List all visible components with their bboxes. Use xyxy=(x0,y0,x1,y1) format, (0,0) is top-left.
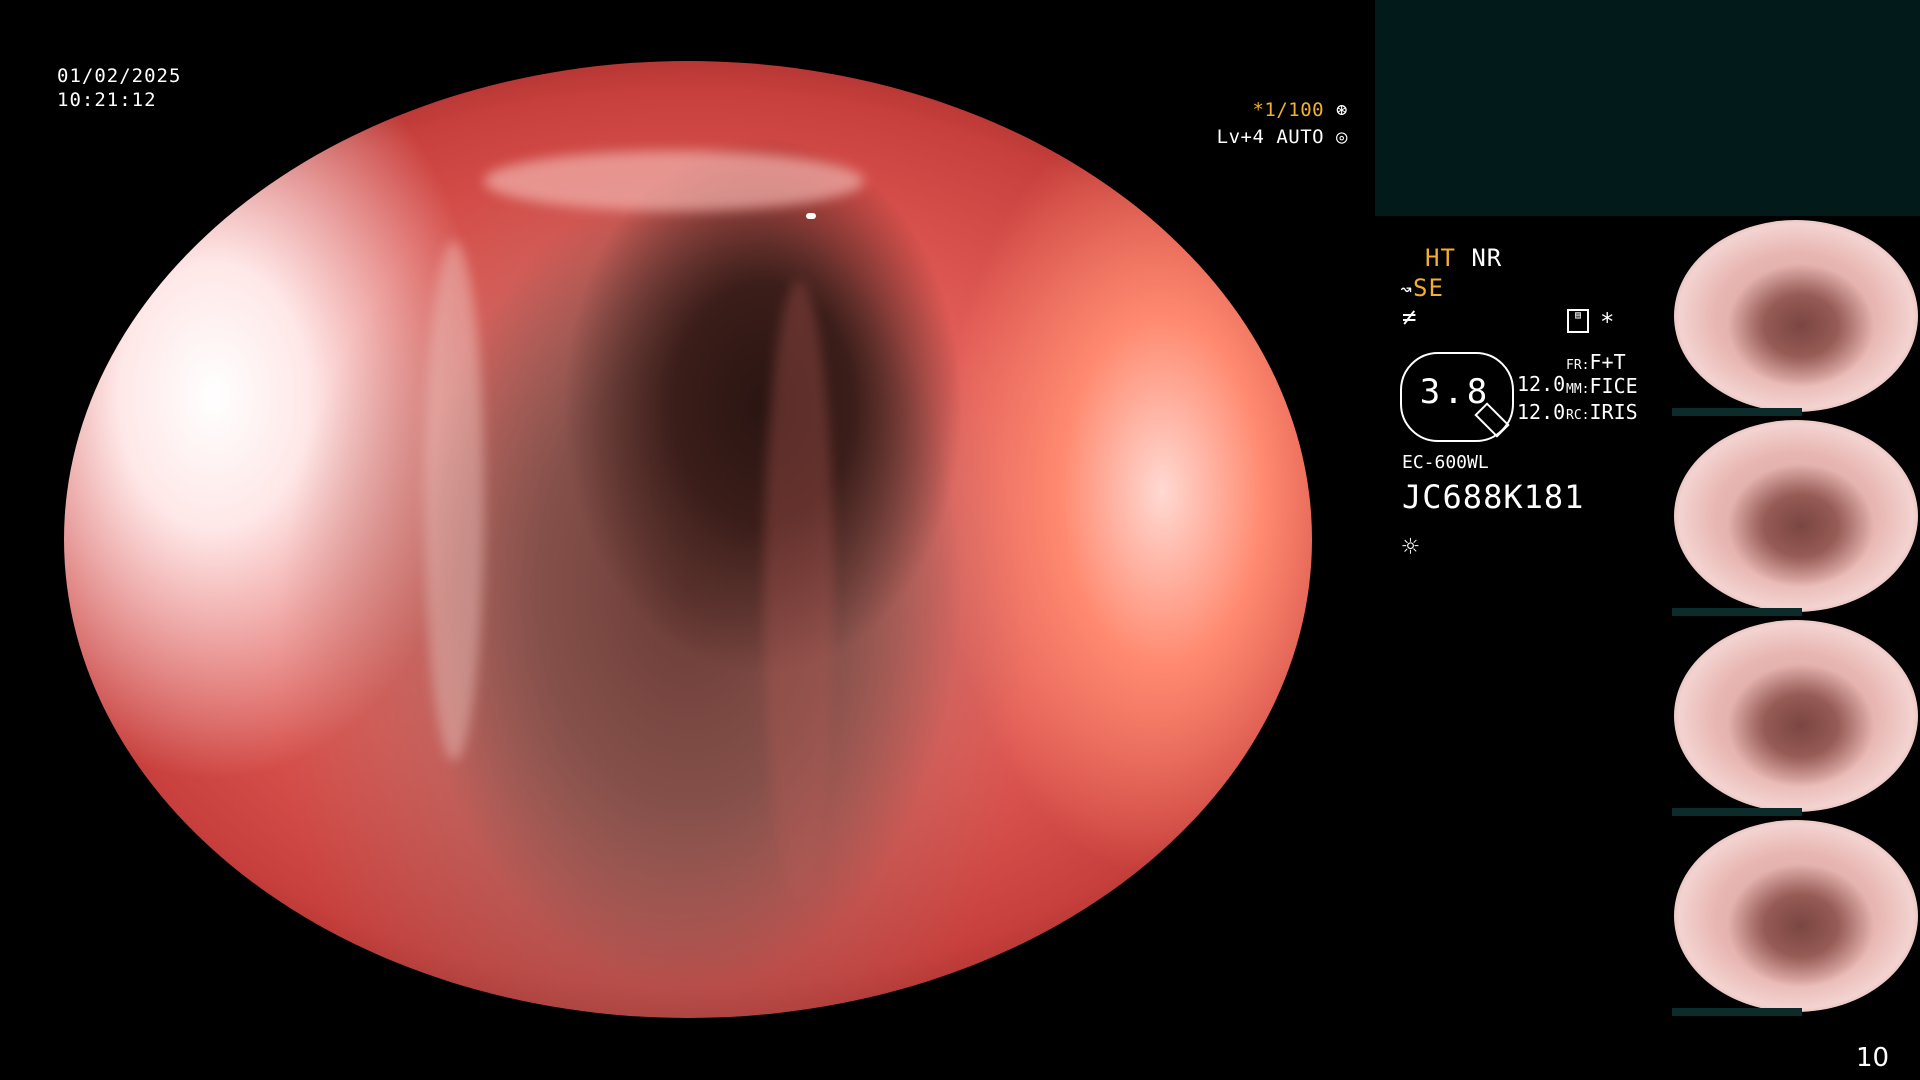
time-text: 10:21:12 xyxy=(57,89,157,111)
date-text: 01/02/2025 xyxy=(57,65,182,87)
memory-card-icon: ▤ xyxy=(1567,309,1589,333)
thumbnail-bar xyxy=(1672,408,1802,416)
scope-tilt-icon: ↝ xyxy=(1400,277,1414,301)
info-panel xyxy=(1375,0,1920,216)
auto-iris-icon: ◎ xyxy=(1336,126,1348,148)
mm-row: MM:FICE xyxy=(1566,374,1638,398)
rc-value: IRIS xyxy=(1589,400,1638,424)
se-row: ↝SE xyxy=(1400,274,1444,302)
page-number: 10 xyxy=(1856,1043,1890,1073)
ht-label: HT xyxy=(1425,244,1456,272)
rc-row: RC:IRIS xyxy=(1566,400,1638,424)
thumbnail-image xyxy=(1674,220,1918,412)
mucosa-fold xyxy=(484,151,864,211)
level-readout: Lv+4 AUTO ◎ xyxy=(1217,126,1348,148)
thumbnail-3[interactable] xyxy=(1672,618,1920,816)
mucosa-fold xyxy=(764,281,834,901)
thumbnail-bar xyxy=(1672,608,1802,616)
value-row-2: 12.0 xyxy=(1517,400,1566,424)
mucosa-fold xyxy=(424,241,484,761)
scope-serial: JC688K181 xyxy=(1402,478,1585,516)
se-label: SE xyxy=(1413,274,1444,302)
level-text: Lv+4 AUTO xyxy=(1216,126,1325,148)
asterisk-mark: * xyxy=(1600,308,1616,336)
shutter-text: *1/100 xyxy=(1252,99,1325,121)
thumbnail-bar xyxy=(1672,1008,1802,1016)
ht-nr-row: HT NR xyxy=(1425,244,1502,272)
shutter-readout: *1/100 ⊛ xyxy=(1252,99,1348,121)
thumbnail-4[interactable] xyxy=(1672,818,1920,1016)
thumbnail-image xyxy=(1674,620,1918,812)
aperture-icon: ⊛ xyxy=(1336,99,1348,121)
thumbnail-1[interactable] xyxy=(1672,218,1920,416)
fr-value: F+T xyxy=(1589,350,1626,374)
light-sun-icon: ☼ xyxy=(1402,530,1419,563)
rc-label: RC: xyxy=(1566,408,1590,423)
fr-label: FR: xyxy=(1566,358,1590,373)
nr-label: NR xyxy=(1471,244,1503,272)
value-row-1: 12.0 xyxy=(1517,372,1566,396)
endoscope-view xyxy=(64,61,1312,1018)
fr-row: FR:F+T xyxy=(1566,350,1626,374)
filter-icon: ≠ xyxy=(1402,303,1418,331)
thumbnail-2[interactable] xyxy=(1672,418,1920,616)
light-reflection xyxy=(806,213,816,219)
light-reflection xyxy=(1068,943,1078,951)
mm-value: FICE xyxy=(1589,374,1638,398)
light-reflection xyxy=(1110,899,1120,907)
thumbnail-image xyxy=(1674,420,1918,612)
scope-model: EC-600WL xyxy=(1402,452,1489,473)
mm-label: MM: xyxy=(1566,382,1590,397)
timestamp: 01/02/2025 10:21:12 xyxy=(57,64,181,112)
thumbnail-image xyxy=(1674,820,1918,1012)
thumbnail-bar xyxy=(1672,808,1802,816)
gauge-value: 3.8 xyxy=(1419,372,1491,412)
